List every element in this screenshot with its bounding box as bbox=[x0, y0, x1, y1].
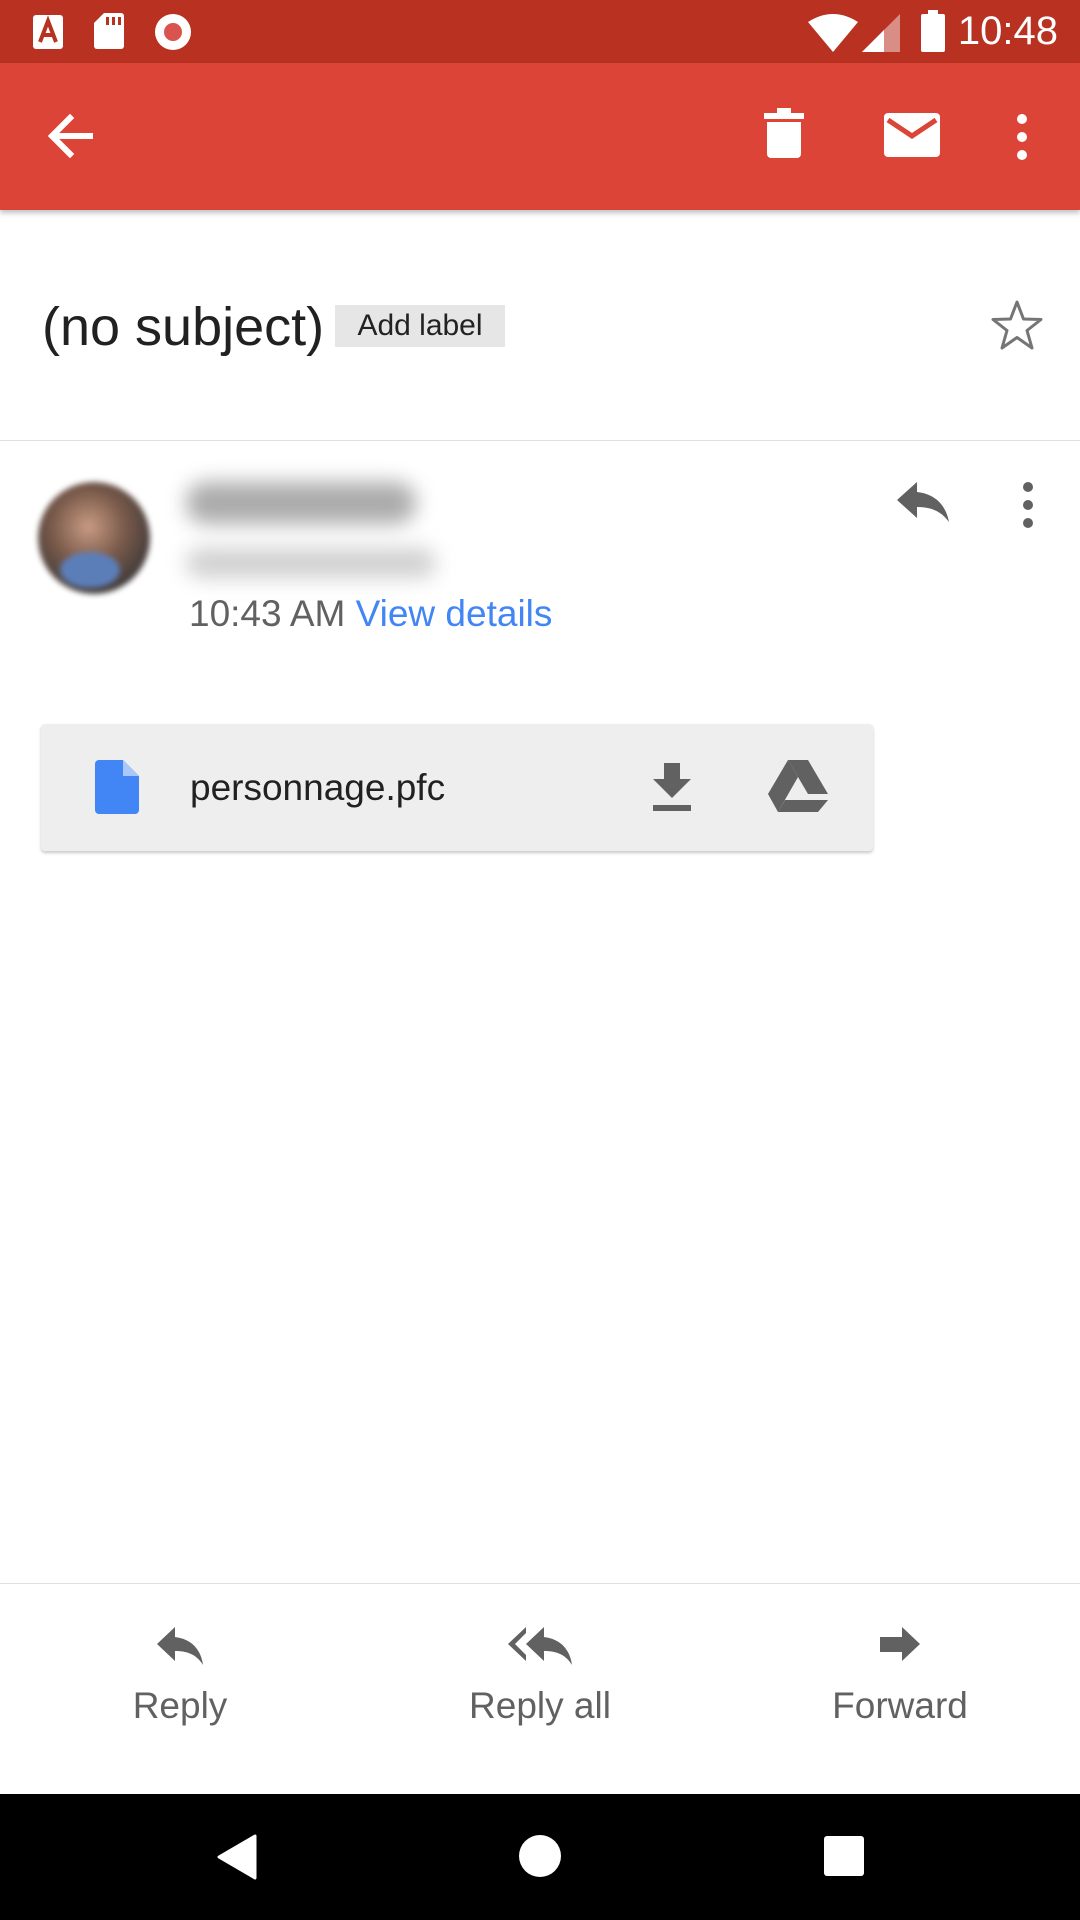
back-arrow-icon[interactable] bbox=[42, 108, 98, 164]
attachment-filename: personnage.pfc bbox=[190, 767, 446, 808]
nav-recents-icon[interactable] bbox=[824, 1836, 864, 1876]
forward-button[interactable]: Forward bbox=[800, 1620, 1000, 1730]
add-label-button[interactable]: Add label bbox=[335, 305, 505, 347]
reply-icon bbox=[155, 1625, 205, 1667]
message-meta: 10:43 AM View details bbox=[189, 590, 552, 638]
reply-all-button[interactable]: Reply all bbox=[440, 1620, 640, 1730]
reply-icon[interactable] bbox=[895, 480, 951, 524]
save-to-drive-icon[interactable] bbox=[768, 760, 828, 812]
acrobat-notification-icon bbox=[33, 15, 63, 49]
delete-icon[interactable] bbox=[764, 108, 804, 158]
record-icon bbox=[153, 12, 193, 52]
reply-button[interactable]: Reply bbox=[80, 1620, 280, 1730]
reply-all-label: Reply all bbox=[469, 1685, 611, 1726]
forward-label: Forward bbox=[832, 1685, 968, 1726]
message-more-icon[interactable] bbox=[1018, 482, 1038, 528]
email-subject: (no subject) bbox=[42, 297, 325, 357]
nav-home-icon[interactable] bbox=[518, 1834, 562, 1878]
battery-icon bbox=[921, 10, 945, 52]
nav-back-icon[interactable] bbox=[215, 1834, 257, 1880]
avatar[interactable] bbox=[38, 482, 150, 594]
status-time: 10:48 bbox=[957, 9, 1058, 53]
view-details-link[interactable]: View details bbox=[356, 593, 553, 634]
more-options-icon[interactable] bbox=[1012, 113, 1032, 161]
divider bbox=[0, 1583, 1080, 1584]
sd-card-icon bbox=[94, 13, 124, 49]
reply-all-icon bbox=[506, 1625, 574, 1667]
sender-name-redacted bbox=[186, 482, 416, 524]
message-time: 10:43 AM bbox=[189, 593, 346, 634]
wifi-icon bbox=[808, 14, 858, 52]
divider bbox=[0, 440, 1080, 441]
download-icon[interactable] bbox=[651, 763, 693, 811]
app-bar bbox=[0, 63, 1080, 210]
navigation-bar bbox=[0, 1794, 1080, 1920]
mark-unread-icon[interactable] bbox=[884, 113, 940, 157]
status-bar: 10:48 bbox=[0, 0, 1080, 63]
reply-label: Reply bbox=[132, 1685, 228, 1726]
attachment-card[interactable] bbox=[41, 724, 873, 851]
file-icon bbox=[95, 760, 139, 814]
signal-icon bbox=[862, 14, 900, 52]
star-icon[interactable] bbox=[990, 299, 1044, 353]
forward-icon bbox=[878, 1625, 922, 1667]
sender-recipient-redacted bbox=[186, 548, 436, 578]
